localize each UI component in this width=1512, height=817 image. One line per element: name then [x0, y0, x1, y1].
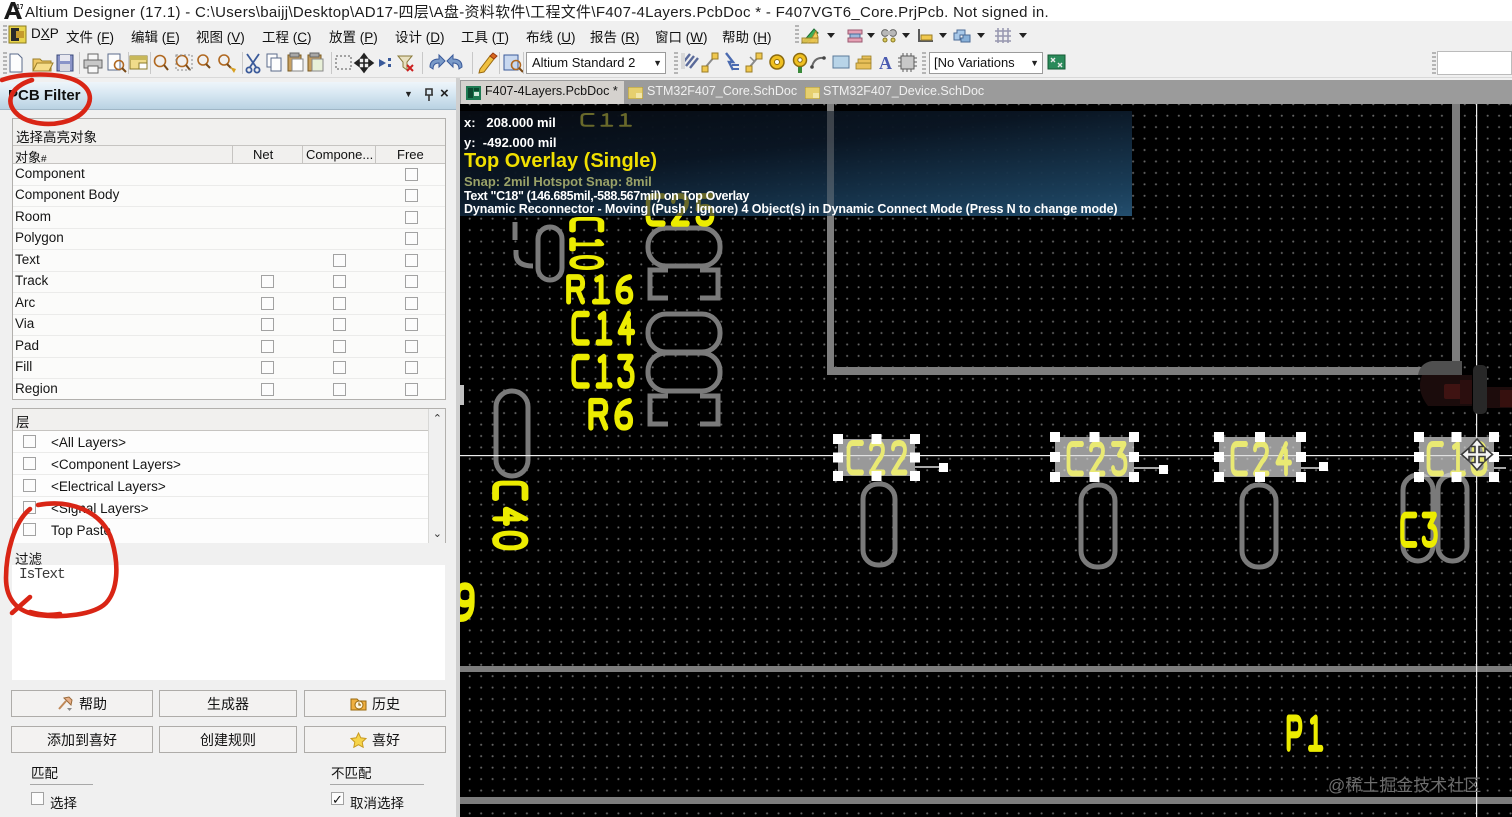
svg-text:@稀土掘金技术社区: @稀土掘金技术社区 [1328, 776, 1481, 795]
svg-text:17: 17 [16, 4, 23, 11]
svg-text:A: A [879, 53, 892, 73]
